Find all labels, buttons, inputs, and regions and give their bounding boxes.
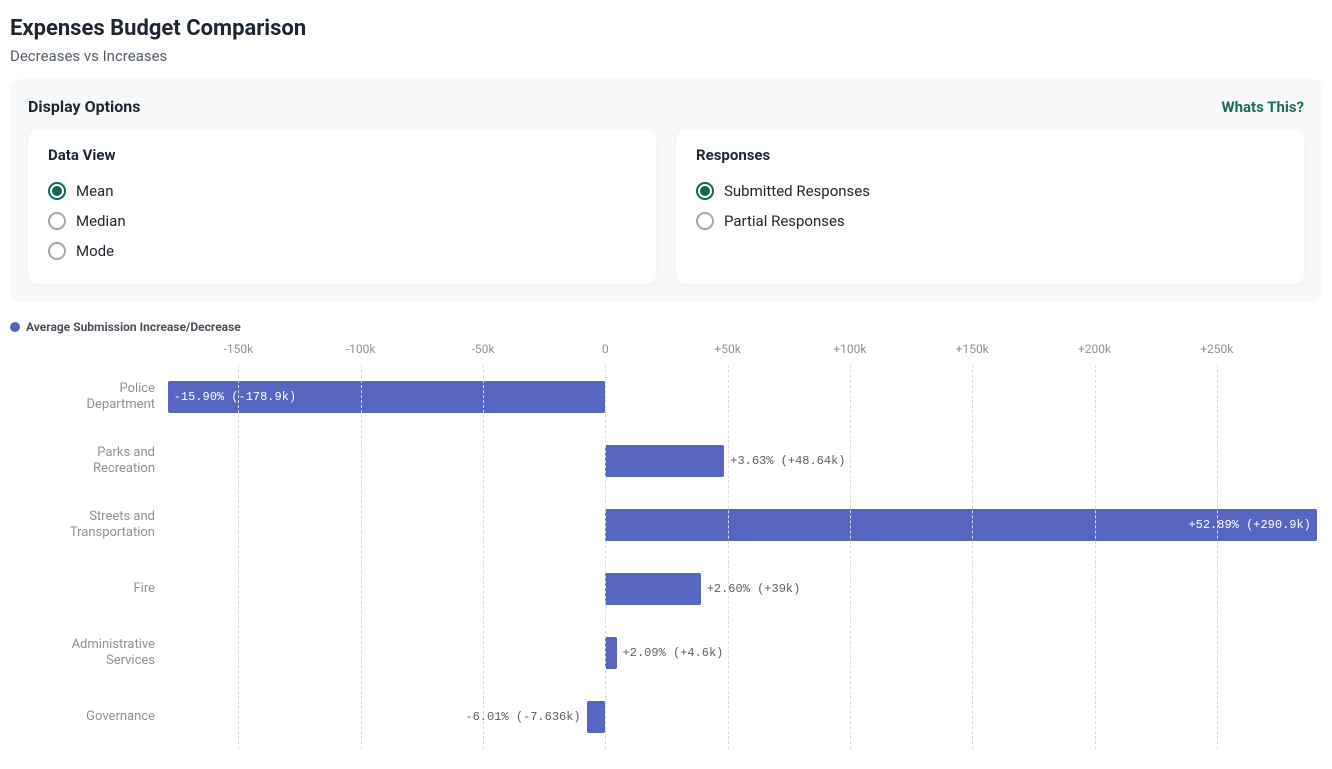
bar-row: +2.60% (+39k) <box>165 557 1322 621</box>
data-view-card: Data View Mean Median Mode <box>28 130 656 284</box>
bar-data-label: -15.90% (-178.9k) <box>168 390 302 404</box>
y-axis-label: Parks andRecreation <box>10 429 165 493</box>
budget-comparison-chart: PoliceDepartmentParks andRecreationStree… <box>10 340 1322 749</box>
gridline <box>238 365 239 749</box>
y-axis-label: Governance <box>10 685 165 749</box>
whats-this-link[interactable]: Whats This? <box>1221 98 1304 116</box>
gridline <box>850 365 851 749</box>
gridline <box>1095 365 1096 749</box>
gridline <box>361 365 362 749</box>
responses-option-submitted[interactable]: Submitted Responses <box>696 176 1284 206</box>
x-axis-tick: +250k <box>1200 342 1233 356</box>
gridline <box>972 365 973 749</box>
gridline <box>483 365 484 749</box>
x-axis-tick: +200k <box>1078 342 1111 356</box>
bar-data-label: +52.89% (+290.9k) <box>1182 518 1316 532</box>
page-title: Expenses Budget Comparison <box>10 16 1322 41</box>
x-axis-tick: +50k <box>714 342 740 356</box>
data-view-option-mode[interactable]: Mode <box>48 236 636 266</box>
legend-swatch-icon <box>10 322 20 332</box>
x-axis-tick: -100k <box>346 342 376 356</box>
page-subtitle: Decreases vs Increases <box>10 47 1322 65</box>
radio-icon <box>696 212 714 230</box>
bar <box>587 701 606 733</box>
responses-title: Responses <box>696 146 1284 164</box>
data-view-option-mean[interactable]: Mean <box>48 176 636 206</box>
radio-icon <box>48 212 66 230</box>
bar-data-label: +3.63% (+48.64k) <box>724 454 851 468</box>
radio-icon <box>48 242 66 260</box>
x-axis-tick: -50k <box>472 342 495 356</box>
bar-row: +3.63% (+48.64k) <box>165 429 1322 493</box>
bar-data-label: +2.09% (+4.6k) <box>617 646 730 660</box>
bar-row: +52.89% (+290.9k) <box>165 493 1322 557</box>
radio-label: Median <box>76 212 126 230</box>
display-options-panel: Display Options Whats This? Data View Me… <box>10 79 1322 302</box>
x-axis-tick: -150k <box>224 342 254 356</box>
bar-row: -15.90% (-178.9k) <box>165 365 1322 429</box>
chart-legend: Average Submission Increase/Decrease <box>10 320 1322 334</box>
responses-card: Responses Submitted Responses Partial Re… <box>676 130 1304 284</box>
radio-label: Mode <box>76 242 114 260</box>
gridline <box>728 365 729 749</box>
radio-label: Mean <box>76 182 114 200</box>
y-axis-label: AdministrativeServices <box>10 621 165 685</box>
bar-row: +2.09% (+4.6k) <box>165 621 1322 685</box>
bar-data-label: -6.01% (-7.636k) <box>459 710 586 724</box>
data-view-title: Data View <box>48 146 636 164</box>
bar <box>605 445 724 477</box>
radio-icon <box>696 182 714 200</box>
radio-icon <box>48 182 66 200</box>
legend-label: Average Submission Increase/Decrease <box>26 320 241 334</box>
data-view-option-median[interactable]: Median <box>48 206 636 236</box>
x-axis-tick: +150k <box>956 342 989 356</box>
radio-label: Submitted Responses <box>724 182 870 200</box>
gridline <box>605 365 606 749</box>
bar <box>605 637 616 669</box>
gridline <box>1217 365 1218 749</box>
radio-label: Partial Responses <box>724 212 845 230</box>
display-options-title: Display Options <box>28 97 140 116</box>
x-axis-tick: 0 <box>602 342 609 356</box>
bar-data-label: +2.60% (+39k) <box>701 582 807 596</box>
bar <box>605 573 700 605</box>
y-axis-label: Streets andTransportation <box>10 493 165 557</box>
responses-option-partial[interactable]: Partial Responses <box>696 206 1284 236</box>
y-axis-label: Fire <box>10 557 165 621</box>
y-axis-label: PoliceDepartment <box>10 365 165 429</box>
bar-row: -6.01% (-7.636k) <box>165 685 1322 749</box>
x-axis-tick: +100k <box>833 342 866 356</box>
